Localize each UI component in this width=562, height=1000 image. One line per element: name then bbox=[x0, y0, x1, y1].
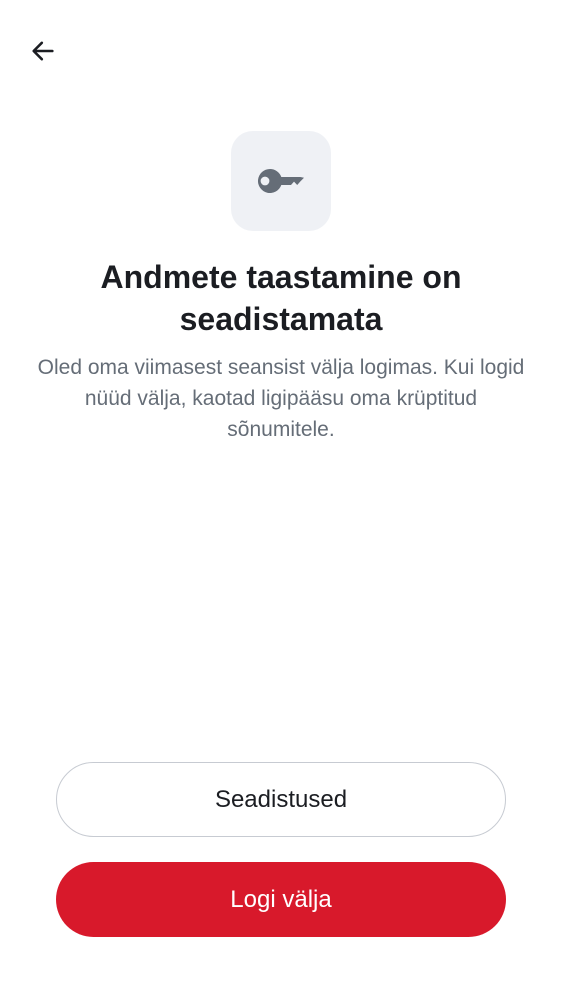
back-button[interactable] bbox=[22, 30, 64, 72]
key-icon-container bbox=[231, 131, 331, 231]
arrow-left-icon bbox=[32, 41, 54, 61]
page-title: Andmete taastamine on seadistamata bbox=[100, 259, 462, 337]
logout-button[interactable]: Logi välja bbox=[56, 862, 506, 937]
key-icon bbox=[258, 169, 304, 193]
settings-button[interactable]: Seadistused bbox=[56, 762, 506, 837]
description-text: Oled oma viimasest seansist välja logima… bbox=[37, 356, 525, 441]
